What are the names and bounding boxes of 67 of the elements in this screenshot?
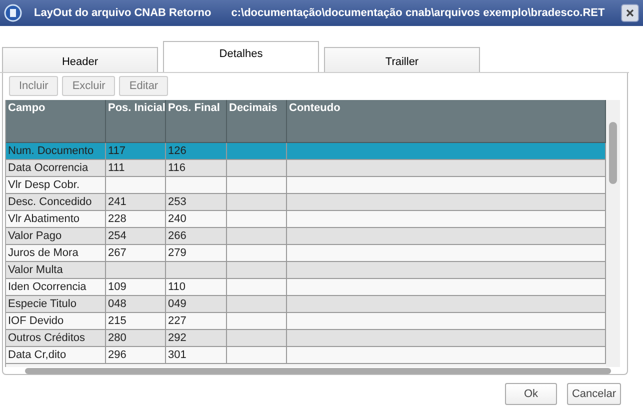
- table-row[interactable]: Iden Ocorrencia 109 110: [6, 278, 606, 296]
- table-cell: Vlr Desp Cobr.: [8, 178, 80, 191]
- table-cell: 241: [108, 196, 126, 208]
- table-cell: 240: [168, 212, 186, 225]
- table-cell: Data Cr,dito: [8, 348, 66, 361]
- toolbar-button[interactable]: Incluir: [9, 76, 58, 96]
- table-row[interactable]: IOF Devido 215 227: [6, 312, 606, 330]
- table-cell: 227: [168, 314, 186, 327]
- window-title: LayOut do arquivo CNAB Retorno: [34, 7, 212, 19]
- table-cell: Data Ocorrencia: [8, 162, 88, 174]
- close-button[interactable]: [621, 4, 639, 22]
- table-cell: 296: [108, 348, 126, 361]
- table-cell: 228: [108, 212, 126, 225]
- table-cell: 048: [108, 298, 126, 310]
- table-cell: 253: [168, 196, 186, 208]
- ok-button[interactable]: Ok: [504, 383, 557, 405]
- table-cell: Iden Ocorrencia: [8, 280, 86, 293]
- table-cell: IOF Devido: [8, 314, 64, 327]
- table-row[interactable]: Outros Créditos 280 292: [6, 330, 606, 347]
- table-cell: Num. Documento: [8, 144, 94, 157]
- table-row[interactable]: Num. Documento 117 126: [6, 142, 606, 160]
- table-cell: Valor Pago: [8, 230, 62, 242]
- toolbar-button[interactable]: Editar: [119, 76, 168, 96]
- vertical-scrollbar[interactable]: [606, 100, 620, 368]
- table-cell: 049: [168, 298, 186, 310]
- tab[interactable]: Detalhes: [163, 41, 319, 72]
- column-header[interactable]: Decimais: [227, 100, 287, 142]
- table-cell: Desc. Concedido: [8, 196, 92, 208]
- table-cell: 109: [108, 280, 126, 293]
- table-cell: 117: [108, 144, 126, 157]
- table-cell: 266: [168, 230, 186, 242]
- table-cell: Vlr Abatimento: [8, 212, 80, 225]
- table-cell: 292: [168, 332, 186, 344]
- table-cell: 110: [168, 280, 186, 293]
- cancel-button[interactable]: Cancelar: [566, 383, 621, 405]
- table-cell: 254: [108, 230, 126, 242]
- table-row[interactable]: Data Ocorrencia 111 116: [6, 160, 606, 177]
- table-row[interactable]: Especie Titulo 048 049: [6, 296, 606, 313]
- file-path: c:\documentação\documentação cnab\arquivos exemplo\bradesco.RET: [231, 7, 605, 19]
- table-cell: 279: [168, 246, 186, 259]
- table-cell: 267: [108, 246, 126, 259]
- table-row[interactable]: Vlr Desp Cobr.: [6, 176, 606, 194]
- table-cell: Especie Titulo: [8, 298, 76, 310]
- table-row[interactable]: Desc. Concedido 241 253: [6, 194, 606, 211]
- horizontal-scrollbar[interactable]: [25, 368, 611, 374]
- table-row[interactable]: Data Cr,dito 296 301: [6, 346, 606, 364]
- tab[interactable]: Trailler: [324, 47, 480, 72]
- table-cell: 301: [168, 348, 186, 361]
- table-cell: Juros de Mora: [8, 246, 78, 259]
- table-row[interactable]: Juros de Mora 267 279: [6, 244, 606, 262]
- table-cell: 126: [168, 144, 186, 157]
- table-cell: 111: [108, 162, 125, 174]
- column-header[interactable]: Pos. Inicial: [106, 100, 166, 142]
- app-icon: [4, 4, 22, 22]
- table-cell: 116: [168, 162, 186, 174]
- table-cell: 215: [108, 314, 126, 327]
- table-cell: Outros Créditos: [8, 332, 86, 344]
- table-cell: 280: [108, 332, 126, 344]
- close-icon: [626, 9, 634, 17]
- table-cell: Valor Multa: [8, 264, 63, 276]
- column-header[interactable]: Pos. Final: [166, 100, 227, 142]
- tab[interactable]: Header: [2, 47, 158, 72]
- table-row[interactable]: Valor Multa: [6, 262, 606, 279]
- table-row[interactable]: Vlr Abatimento 228 240: [6, 210, 606, 228]
- column-header[interactable]: Campo: [6, 100, 106, 142]
- table-row[interactable]: Valor Pago 254 266: [6, 228, 606, 245]
- toolbar-button[interactable]: Excluir: [62, 76, 116, 96]
